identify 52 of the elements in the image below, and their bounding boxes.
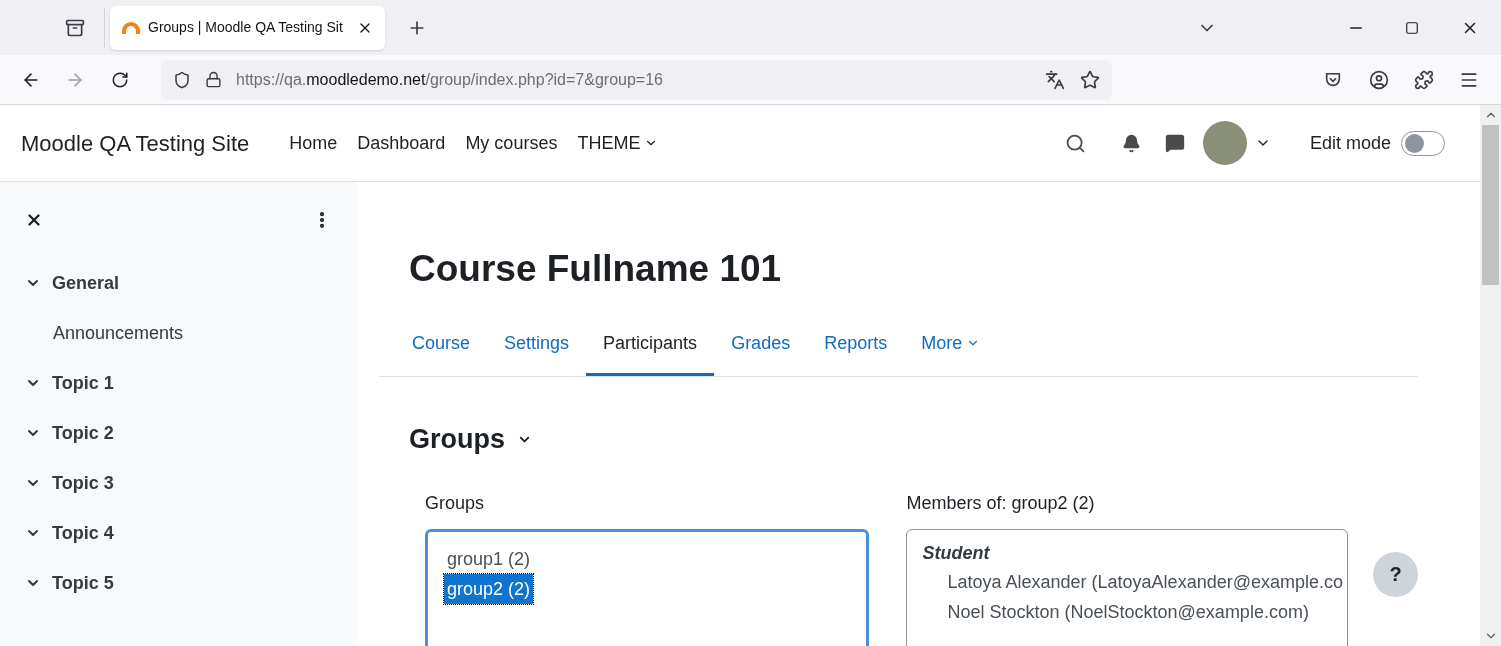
member-option[interactable]: Latoya Alexander (LatoyaAlexander@example.co [922,566,1347,597]
group-option[interactable]: group2 (2) [444,573,534,604]
section-item[interactable]: Topic 5 [25,558,332,608]
nav-link[interactable]: Dashboard [357,129,446,157]
avatar[interactable] [1202,121,1247,165]
course-tab[interactable]: Reports [807,313,905,376]
account-icon[interactable] [1369,69,1389,90]
nav-link[interactable]: Home [289,129,338,157]
section-item[interactable]: Topic 4 [25,508,332,558]
lock-icon[interactable] [205,71,222,88]
section-item[interactable]: Topic 1 [25,358,332,408]
course-tab[interactable]: Course [395,313,488,376]
scrollbar[interactable] [1480,105,1501,646]
edit-mode-toggle[interactable] [1401,130,1445,156]
role-heading: Student [922,541,991,565]
members-listbox[interactable]: Student Latoya Alexander (LatoyaAlexander@example.co Noel Stockton (NoelStockton@example.com) [906,528,1348,646]
section-item[interactable]: Topic 2 [25,408,332,458]
activity-link[interactable]: Announcements [25,308,332,358]
browser-tab[interactable]: Groups | Moodle QA Testing Sit [110,5,385,50]
site-name[interactable]: Moodle QA Testing Site [21,126,250,160]
course-tab[interactable]: More [904,313,998,376]
course-title: Course Fullname 101 [409,250,783,287]
address-bar[interactable]: https://qa.moodledemo.net/group/index.php?id=7&group=16 [161,59,1112,100]
url-text: https://qa.moodledemo.net/group/index.php?id=7&group=16 [236,69,663,90]
bell-icon[interactable] [1121,133,1141,153]
tab-list-icon[interactable] [64,17,85,38]
close-icon[interactable] [25,211,43,229]
translate-icon[interactable] [1045,69,1065,90]
reload-icon[interactable] [111,70,129,89]
nav-link[interactable]: THEME [577,129,659,157]
course-tab[interactable]: Grades [714,313,808,376]
message-icon[interactable] [1164,133,1185,153]
groups-label: Groups [425,491,486,515]
pocket-icon[interactable] [1324,70,1342,89]
extensions-icon[interactable] [1414,69,1434,90]
group-option[interactable]: group1 (2) [444,543,534,574]
maximize-icon[interactable] [1405,20,1419,35]
edit-mode-label: Edit mode [1309,131,1391,155]
help-button[interactable]: ? [1373,551,1418,597]
nav-link[interactable]: My courses [465,129,558,157]
course-tab[interactable]: Settings [487,313,587,376]
members-label: Members of: group2 (2) [906,491,1096,515]
bookmark-star-icon[interactable] [1080,69,1100,90]
section-item[interactable]: Topic 3 [25,458,332,508]
scrollbar-thumb[interactable] [1482,125,1499,285]
section-item[interactable]: General [25,258,332,308]
member-option[interactable]: Noel Stockton (NoelStockton@example.com) [922,596,1347,627]
course-tab[interactable]: Participants [586,313,715,376]
shield-icon[interactable] [173,70,191,89]
page-heading: Groups [409,423,505,456]
groups-listbox[interactable]: group1 (2) group2 (2) [425,528,870,646]
search-icon[interactable] [1064,132,1086,154]
